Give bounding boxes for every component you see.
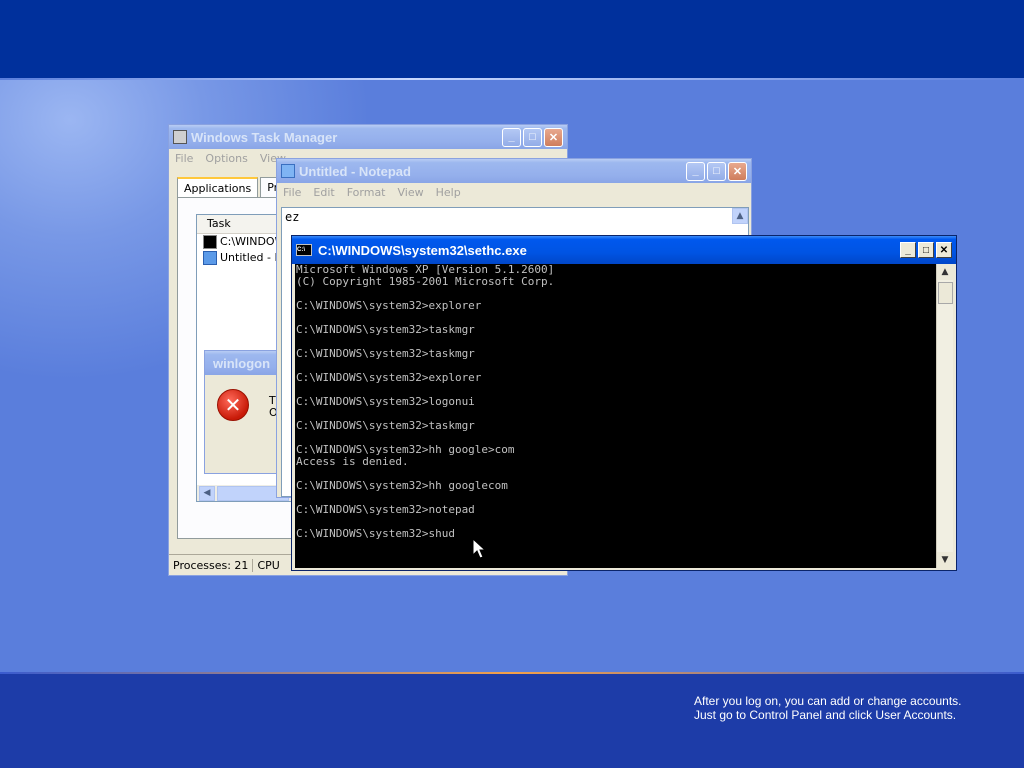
minimize-button[interactable]: _ [502, 127, 521, 147]
logon-hint-line-1: After you log on, you can add or change … [694, 694, 962, 708]
menu-file[interactable]: File [175, 152, 193, 165]
close-button[interactable]: ✕ [936, 242, 952, 258]
logon-hint-line-2: Just go to Control Panel and click User … [694, 708, 957, 722]
status-processes: Processes: 21 [169, 558, 254, 572]
notepad-icon [281, 164, 295, 178]
notepad-menubar: File Edit Format View Help [277, 183, 751, 201]
menu-file[interactable]: File [283, 186, 301, 199]
tab-applications[interactable]: Applications [177, 177, 259, 198]
notepad-titlebar[interactable]: Untitled - Notepad _ □ ✕ [277, 159, 751, 183]
console-line: C:\WINDOWS\system32>shud [296, 527, 455, 540]
task-manager-titlebar[interactable]: Windows Task Manager _ □ ✕ [169, 125, 567, 149]
logon-hint: After you log on, you can add or change … [694, 694, 962, 722]
status-cpu: CPU [257, 558, 280, 572]
console-line: C:\WINDOWS\system32>taskmgr [296, 347, 475, 360]
menu-options[interactable]: Options [205, 152, 247, 165]
task-manager-icon [173, 130, 187, 144]
console-line: (C) Copyright 1985-2001 Microsoft Corp. [296, 275, 555, 288]
console-line: C:\WINDOWS\system32>hh googlecom [296, 479, 508, 492]
minimize-button[interactable]: _ [900, 242, 916, 258]
scroll-thumb[interactable] [938, 282, 953, 304]
console-icon: C:\ [296, 244, 312, 256]
menu-help[interactable]: Help [436, 186, 461, 199]
console-line: C:\WINDOWS\system32>logonui [296, 395, 475, 408]
command-prompt-title: C:\WINDOWS\system32\sethc.exe [318, 242, 527, 258]
console-vscrollbar[interactable]: ▲ ▼ [936, 264, 953, 568]
command-prompt-titlebar[interactable]: C:\ C:\WINDOWS\system32\sethc.exe _ □ ✕ [292, 236, 956, 264]
top-band [0, 0, 1024, 78]
scroll-up-arrow-icon[interactable]: ▲ [937, 264, 953, 280]
console-line: Access is denied. [296, 455, 409, 468]
menu-view[interactable]: View [398, 186, 424, 199]
maximize-button[interactable]: □ [523, 127, 542, 147]
scroll-down-arrow-icon[interactable]: ▼ [937, 552, 953, 568]
console-line: C:\WINDOWS\system32>taskmgr [296, 323, 475, 336]
menu-format[interactable]: Format [347, 186, 386, 199]
scroll-up-arrow-icon[interactable]: ▲ [732, 208, 748, 224]
console-line: C:\WINDOWS\system32>taskmgr [296, 419, 475, 432]
close-button[interactable]: ✕ [728, 161, 747, 181]
minimize-button[interactable]: _ [686, 161, 705, 181]
notepad-icon [203, 251, 217, 265]
menu-edit[interactable]: Edit [313, 186, 334, 199]
maximize-button[interactable]: □ [918, 242, 934, 258]
console-line: C:\WINDOWS\system32>notepad [296, 503, 475, 516]
console-line: C:\WINDOWS\system32>explorer [296, 299, 482, 312]
maximize-button[interactable]: □ [707, 161, 726, 181]
command-prompt-window[interactable]: C:\ C:\WINDOWS\system32\sethc.exe _ □ ✕ … [291, 235, 957, 571]
close-button[interactable]: ✕ [544, 127, 563, 147]
console-icon [203, 235, 217, 249]
console-output[interactable]: Microsoft Windows XP [Version 5.1.2600](… [295, 264, 937, 568]
notepad-title: Untitled - Notepad [299, 163, 411, 179]
notepad-content: ez [285, 210, 300, 224]
scroll-left-arrow-icon[interactable]: ◀ [199, 486, 215, 501]
console-line: C:\WINDOWS\system32>explorer [296, 371, 482, 384]
mouse-cursor-icon [472, 538, 486, 559]
task-manager-title: Windows Task Manager [191, 129, 338, 145]
error-icon: ✕ [217, 389, 249, 421]
